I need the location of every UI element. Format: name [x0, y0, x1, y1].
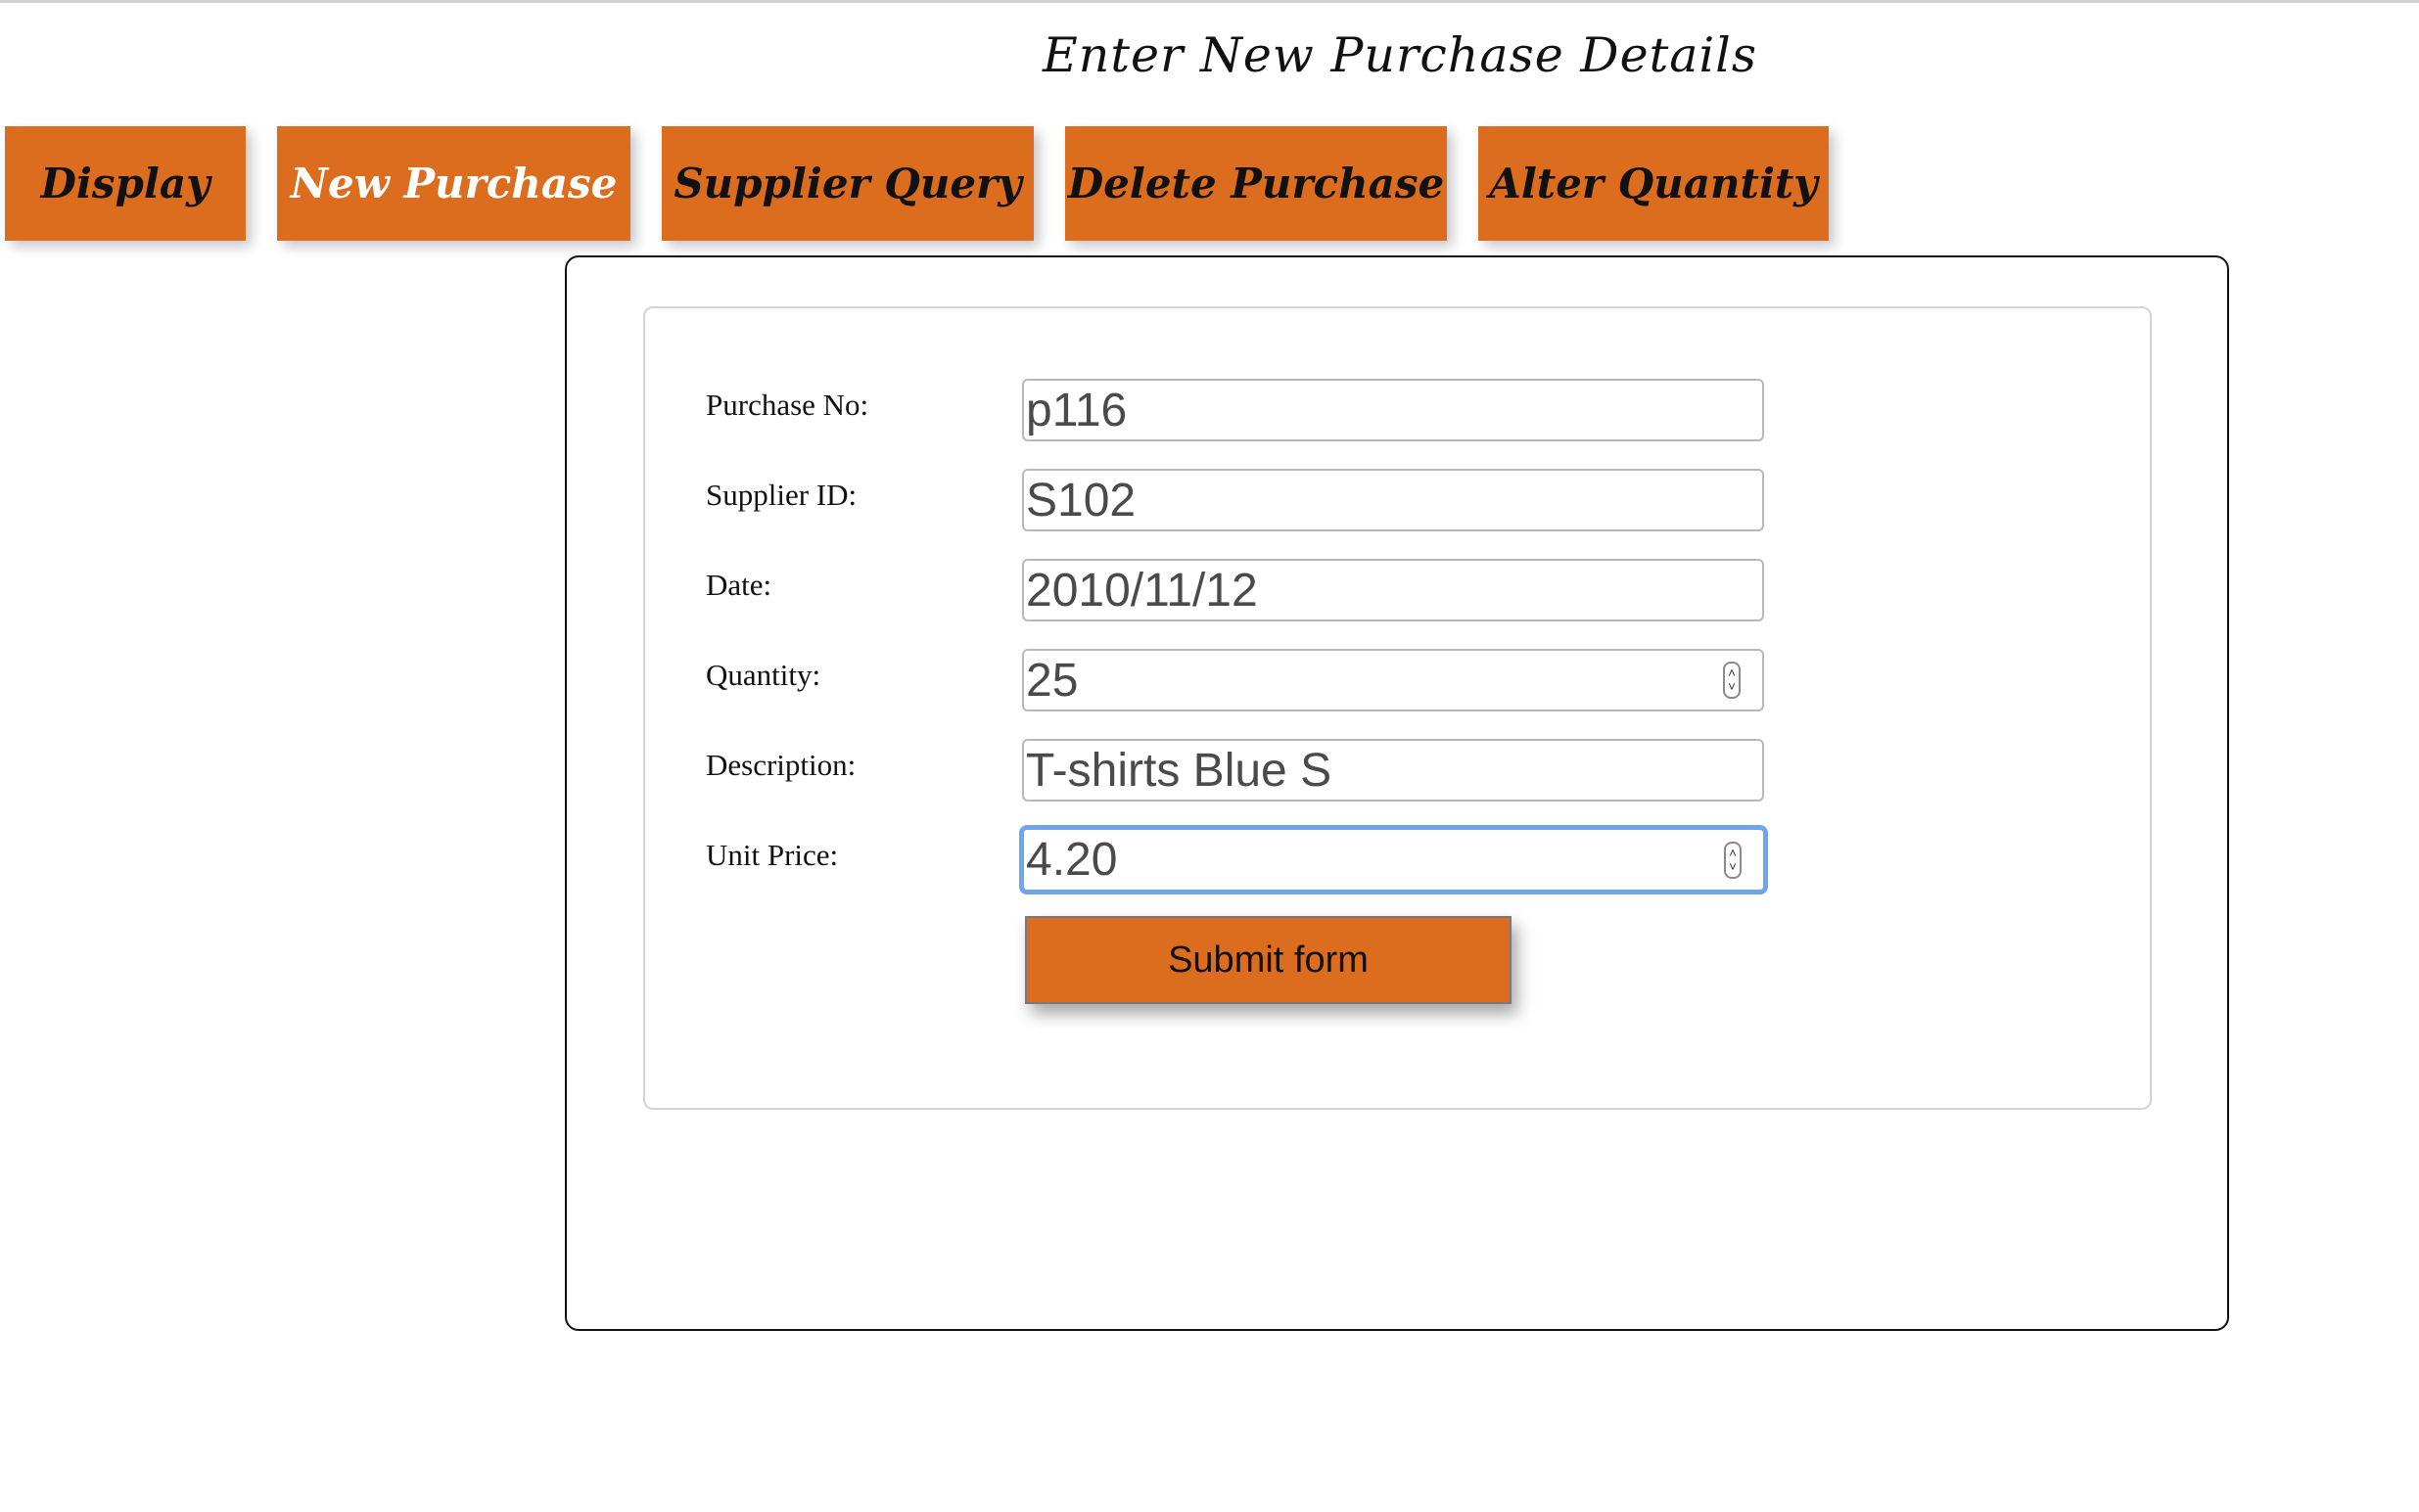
unit-price-label: Unit Price: [706, 838, 839, 872]
date-label: Date: [706, 568, 772, 602]
quantity-value: 25 [1026, 654, 1079, 707]
description-label: Description: [706, 748, 857, 782]
unit-price-spinner-icon[interactable]: ˄ ˅ [1724, 841, 1742, 879]
nav-display-button[interactable]: Display [5, 126, 246, 241]
submit-button[interactable]: Submit form [1025, 916, 1512, 1004]
date-value: 2010/11/12 [1026, 564, 1258, 617]
nav-delete-purchase-button[interactable]: Delete Purchase [1065, 126, 1447, 241]
nav-alter-quantity-button[interactable]: Alter Quantity [1478, 126, 1829, 241]
description-input[interactable]: T-shirts Blue S [1022, 739, 1764, 802]
quantity-stepper[interactable]: 25 ˄ ˅ [1022, 649, 1764, 711]
purchase-no-input[interactable]: p116 [1022, 379, 1764, 441]
quantity-spinner-icon[interactable]: ˄ ˅ [1723, 662, 1741, 699]
nav-new-purchase-button[interactable]: New Purchase [277, 126, 630, 241]
main-nav: Display New Purchase Supplier Query Dele… [0, 0, 2419, 254]
purchase-no-label: Purchase No: [706, 388, 869, 422]
nav-supplier-query-button[interactable]: Supplier Query [662, 126, 1034, 241]
supplier-id-input[interactable]: S102 [1022, 469, 1764, 531]
date-input[interactable]: 2010/11/12 [1022, 559, 1764, 621]
supplier-id-value: S102 [1026, 474, 1137, 527]
unit-price-value: 4.20 [1026, 834, 1118, 886]
supplier-id-label: Supplier ID: [706, 478, 858, 512]
quantity-label: Quantity: [706, 658, 821, 692]
purchase-no-value: p116 [1026, 384, 1128, 436]
unit-price-stepper[interactable]: 4.20 ˄ ˅ [1019, 825, 1768, 894]
description-value: T-shirts Blue S [1026, 744, 1332, 797]
